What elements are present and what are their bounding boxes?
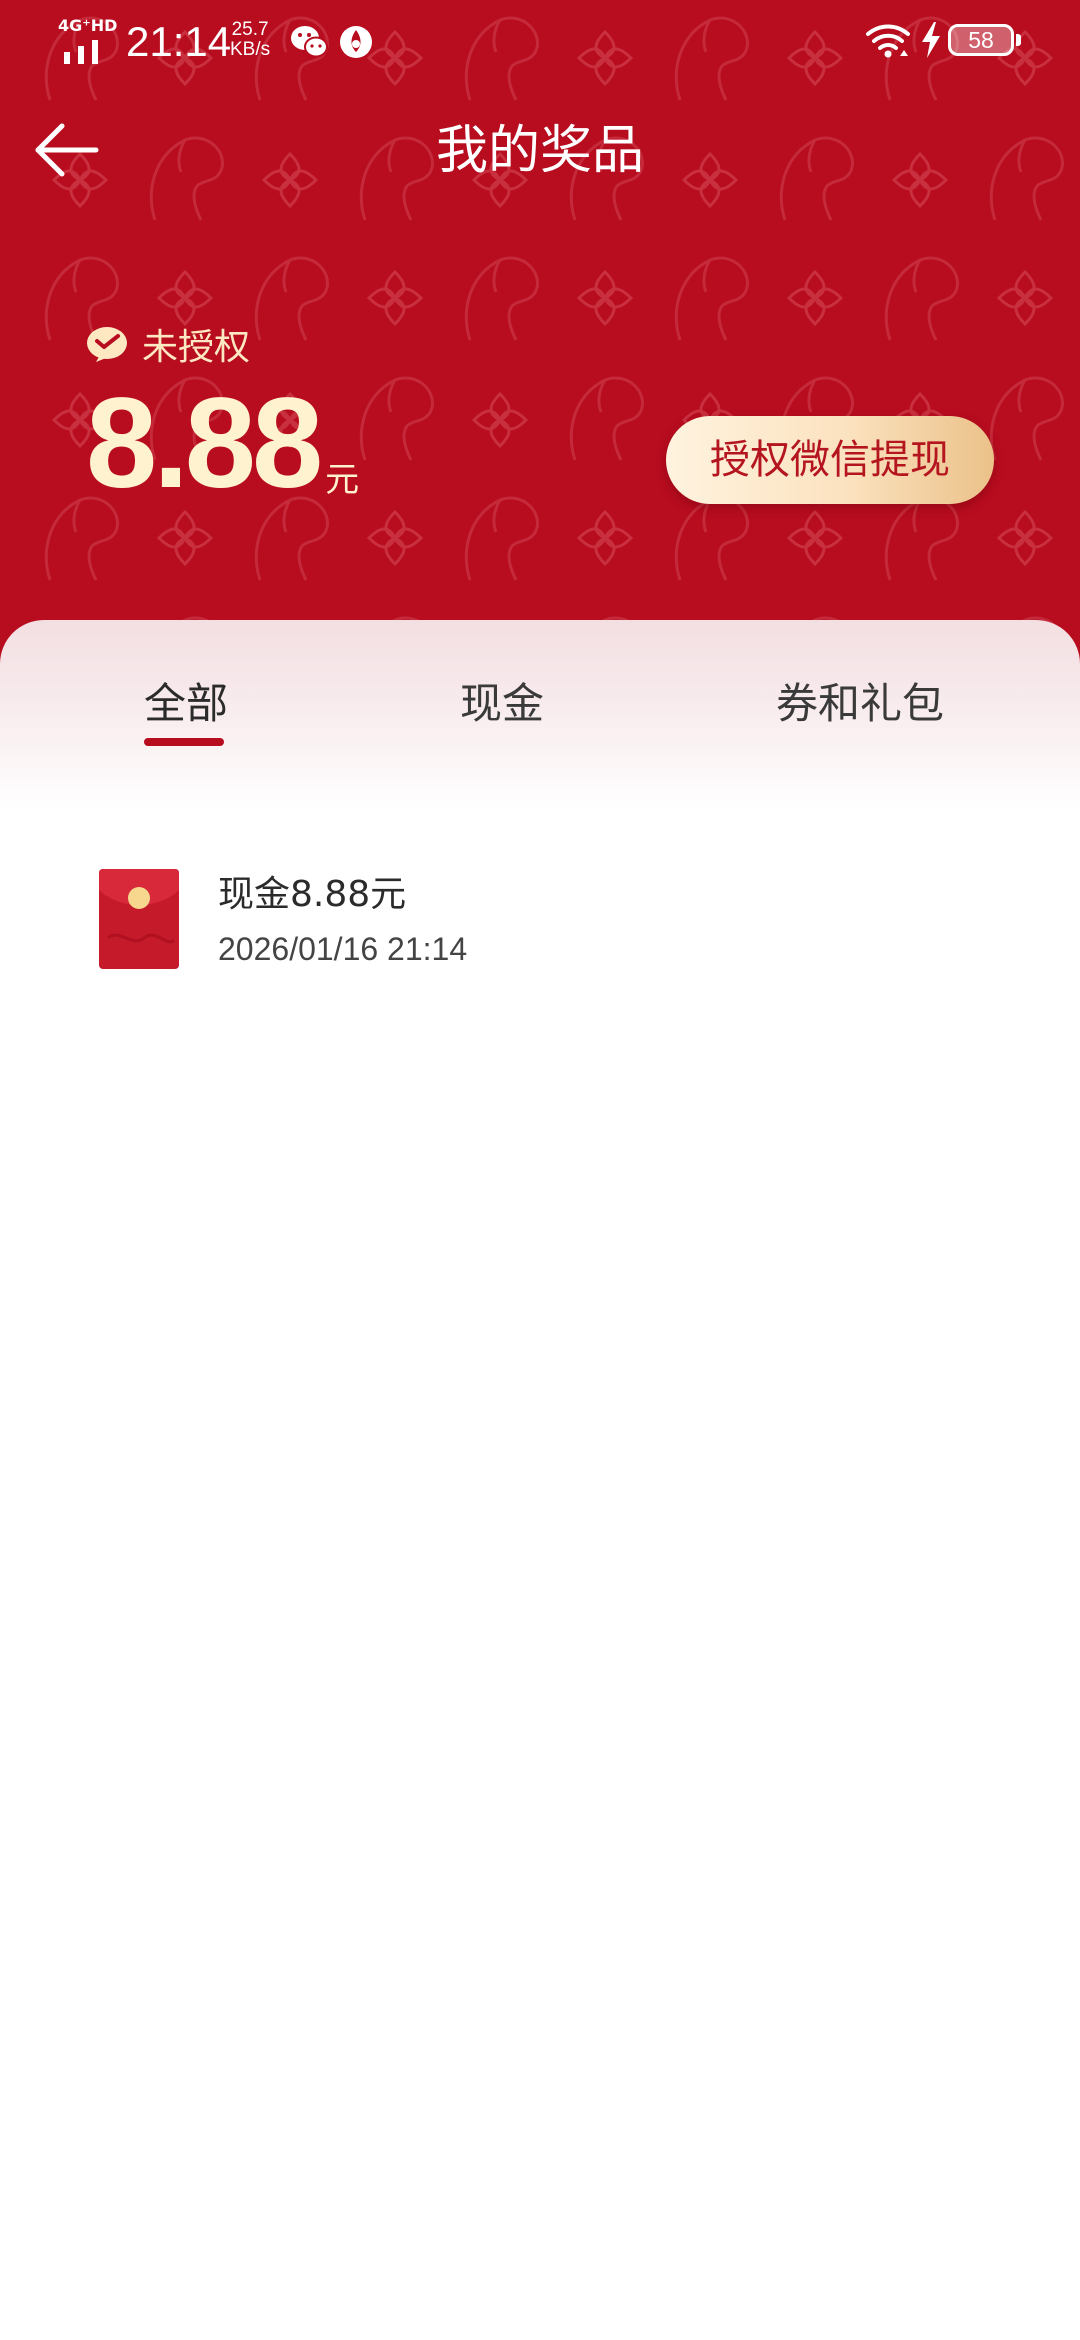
- prize-list-card: 全部 现金 券和礼包 现金8.88元 2026/01/16 21:14: [0, 620, 1080, 2340]
- status-bar: 4G⁺HD 21:14 25.7 KB/s 58: [0, 0, 1080, 84]
- prize-date: 2026/01/16 21:14: [218, 931, 468, 967]
- authorize-wechat-withdraw-button[interactable]: 授权微信提现: [666, 416, 994, 504]
- battery-cap: [1016, 34, 1021, 46]
- prize-title: 现金8.88元: [218, 874, 407, 915]
- signal-icon: [64, 40, 98, 64]
- auth-status-label: 未授权: [142, 327, 251, 368]
- balance-unit: 元: [325, 460, 360, 500]
- list-item[interactable]: 现金8.88元 2026/01/16 21:14: [0, 840, 1080, 969]
- wifi-icon: [866, 24, 910, 58]
- wechat-pay-icon: [87, 327, 127, 362]
- network-speed-unit: KB/s: [230, 39, 271, 60]
- network-type: 4G⁺HD: [58, 16, 118, 35]
- balance-value: 8.88: [86, 372, 323, 515]
- battery-level: 58: [968, 27, 994, 53]
- tab-all[interactable]: 全部: [144, 676, 228, 732]
- charging-icon: [922, 22, 940, 58]
- balance-amount: 8.88 元: [86, 372, 360, 515]
- prizes-page: 4G⁺HD 21:14 25.7 KB/s 58 我的奖品 未授权 8.88 元…: [0, 0, 1080, 2340]
- network-speed-value: 25.7: [231, 19, 269, 40]
- page-title: 我的奖品: [435, 121, 644, 181]
- tab-coupons-gifts[interactable]: 券和礼包: [776, 676, 944, 732]
- active-tab-indicator: [144, 738, 224, 746]
- auth-status: 未授权: [86, 320, 250, 368]
- app-notification-icon: [340, 26, 372, 58]
- red-envelope-icon: [99, 869, 179, 969]
- network-speed: 25.7 KB/s: [230, 20, 270, 60]
- tab-cash[interactable]: 现金: [460, 676, 544, 732]
- signal-indicator: 4G⁺HD: [58, 18, 118, 64]
- status-time: 21:14: [126, 18, 232, 65]
- wechat-icon: [291, 26, 328, 58]
